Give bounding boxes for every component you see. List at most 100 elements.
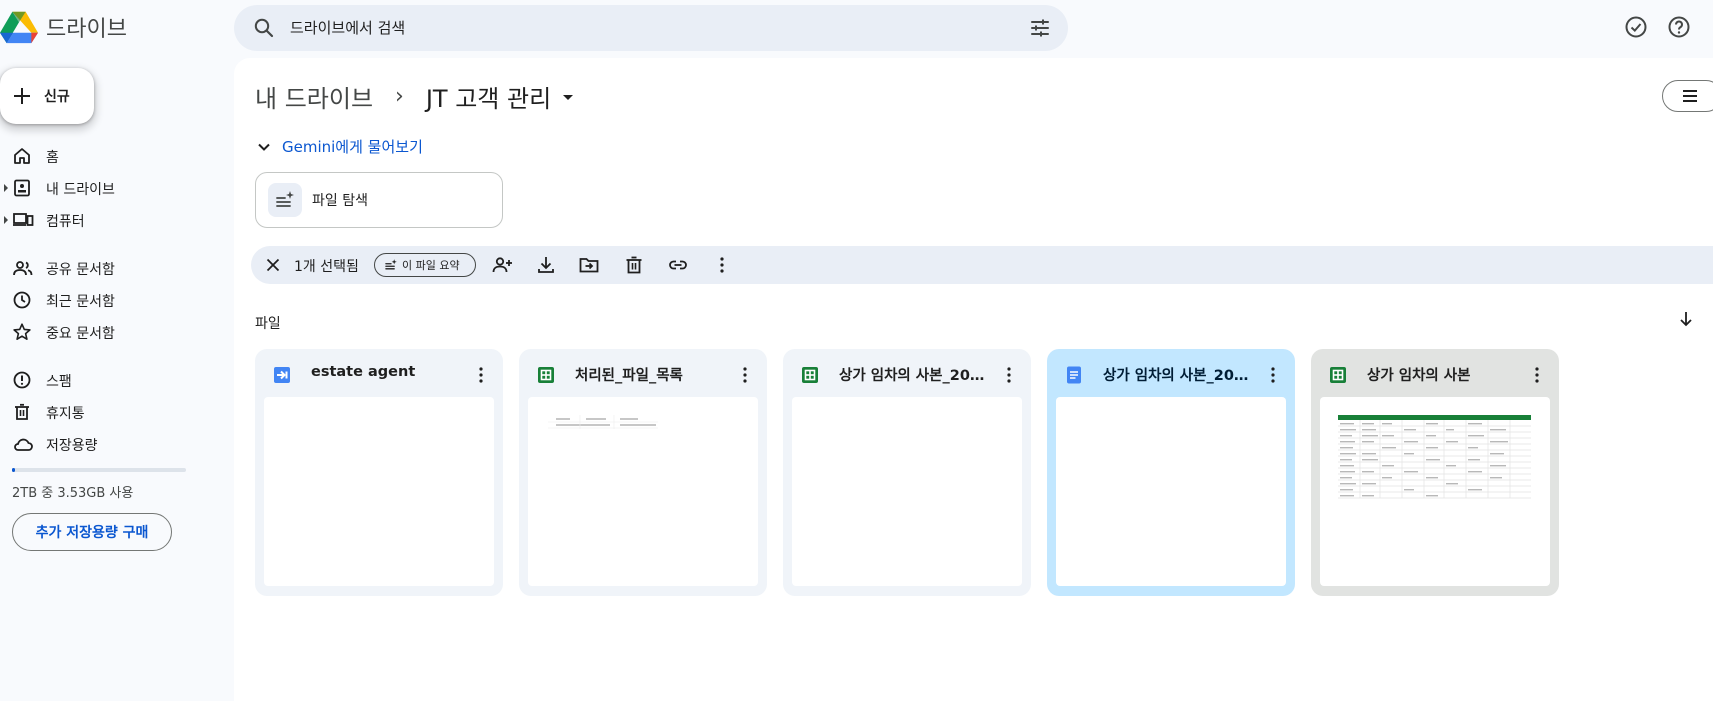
help-icon[interactable]: [1666, 14, 1692, 40]
clock-icon: [13, 291, 31, 309]
shared-icon: [13, 261, 33, 276]
sidebar-item-computers[interactable]: 컴퓨터: [0, 204, 210, 236]
storage-usage-fill: [12, 468, 16, 472]
plus-icon: [14, 88, 30, 104]
file-name: 상가 임차의 사본_2025...: [839, 368, 989, 384]
files-section-label: 파일: [255, 316, 281, 332]
docs-icon: [1067, 366, 1081, 384]
drive-app: 드라이브 신규 홈 내 드라이브 컴퓨터 공유 문서함 최근 문서함 중요 문서…: [0, 0, 1713, 701]
file-thumbnail: [1056, 397, 1286, 586]
file-card[interactable]: estate agent: [255, 349, 503, 596]
apps-script-icon: [274, 367, 290, 383]
sidebar-item-label: 홈: [46, 150, 59, 166]
drive-logo-icon: [0, 11, 38, 44]
more-vertical-icon[interactable]: [711, 254, 733, 276]
sidebar-item-recent[interactable]: 최근 문서함: [0, 284, 210, 316]
trash-icon: [15, 403, 29, 420]
computer-icon: [13, 213, 34, 226]
sidebar-item-spam[interactable]: 스팸: [0, 364, 210, 396]
sheet-preview-image: [548, 415, 658, 429]
sidebar-item-label: 최근 문서함: [46, 294, 115, 310]
more-vertical-icon[interactable]: [1265, 365, 1281, 385]
more-vertical-icon[interactable]: [737, 365, 753, 385]
explore-icon-box: [268, 183, 302, 217]
search-options-icon[interactable]: [1028, 16, 1052, 40]
caret-right-icon[interactable]: [3, 183, 9, 193]
selection-toolbar: 1개 선택됨 이 파일 요약: [251, 246, 1713, 284]
chevron-down-icon: [258, 143, 270, 151]
gemini-label: Gemini에게 물어보기: [282, 138, 423, 156]
spam-icon: [13, 371, 31, 389]
sidebar-item-trash[interactable]: 휴지통: [0, 396, 210, 428]
sheets-icon: [1330, 367, 1346, 383]
current-folder-name: JT 고객 관리: [425, 85, 552, 113]
breadcrumb-current-folder[interactable]: JT 고객 관리: [426, 79, 579, 114]
sparkle-list-icon: [385, 259, 397, 270]
file-name: 상가 임차의 사본_2025...: [1103, 368, 1253, 384]
spreadsheet-preview-image: [1338, 415, 1531, 499]
sidebar-item-label: 공유 문서함: [46, 262, 115, 278]
summarize-file-button[interactable]: 이 파일 요약: [374, 253, 476, 277]
home-icon: [14, 148, 30, 164]
search-bar[interactable]: [234, 5, 1068, 51]
drive-logo[interactable]: 드라이브: [0, 8, 127, 46]
sheets-icon: [538, 367, 554, 383]
selection-count: 1개 선택됨: [294, 259, 359, 275]
file-name: 처리된_파일_목록: [575, 368, 683, 384]
sidebar-item-label: 내 드라이브: [46, 182, 115, 198]
copy-link-icon[interactable]: [667, 254, 689, 276]
file-card[interactable]: 처리된_파일_목록: [519, 349, 767, 596]
ready-offline-icon[interactable]: [1623, 14, 1649, 40]
sidebar-item-label: 컴퓨터: [46, 214, 85, 230]
storage-text: 2TB 중 3.53GB 사용: [12, 486, 134, 501]
download-icon[interactable]: [535, 254, 557, 276]
sidebar-item-storage[interactable]: 저장용량: [0, 428, 210, 460]
sidebar-item-home[interactable]: 홈: [0, 140, 210, 172]
caret-right-icon[interactable]: [3, 215, 9, 225]
buy-storage-button[interactable]: 추가 저장용량 구매: [12, 513, 172, 551]
breadcrumb-separator: ›: [395, 84, 404, 109]
sheets-icon: [802, 367, 818, 383]
sidebar-item-label: 저장용량: [46, 438, 98, 454]
move-to-folder-icon[interactable]: [578, 254, 600, 276]
close-icon[interactable]: [263, 255, 283, 275]
sidebar-item-label: 중요 문서함: [46, 326, 115, 342]
breadcrumb-root[interactable]: 내 드라이브: [255, 79, 373, 114]
file-thumbnail: [264, 397, 494, 586]
sidebar-item-label: 스팸: [46, 374, 72, 390]
sidebar-item-my-drive[interactable]: 내 드라이브: [0, 172, 210, 204]
share-add-person-icon[interactable]: [491, 254, 513, 276]
search-input[interactable]: [290, 5, 990, 51]
list-view-icon: [1683, 90, 1697, 102]
summarize-label: 이 파일 요약: [402, 259, 460, 272]
breadcrumb: 내 드라이브 › JT 고객 관리: [255, 79, 579, 114]
gemini-toggle[interactable]: Gemini에게 물어보기: [256, 136, 423, 157]
sidebar-item-shared[interactable]: 공유 문서함: [0, 252, 210, 284]
file-name: 상가 임차의 사본: [1367, 368, 1471, 384]
new-button[interactable]: 신규: [0, 68, 94, 124]
dropdown-arrow-icon: [563, 94, 574, 100]
sidebar-item-label: 휴지통: [46, 406, 85, 422]
file-card[interactable]: 상가 임차의 사본_2025...: [783, 349, 1031, 596]
sort-direction-icon[interactable]: [1675, 308, 1697, 330]
file-card-selected[interactable]: 상가 임차의 사본_2025...: [1047, 349, 1295, 596]
view-toggle-button[interactable]: [1662, 80, 1713, 112]
file-thumbnail: [792, 397, 1022, 586]
new-button-label: 신규: [44, 89, 70, 105]
app-title: 드라이브: [46, 17, 127, 42]
more-vertical-icon[interactable]: [1001, 365, 1017, 385]
search-icon[interactable]: [252, 16, 276, 40]
cloud-icon: [14, 438, 33, 451]
explore-files-chip[interactable]: 파일 탐색: [255, 172, 503, 228]
my-drive-icon: [14, 179, 30, 197]
sidebar-item-starred[interactable]: 중요 문서함: [0, 316, 210, 348]
file-card[interactable]: 상가 임차의 사본: [1311, 349, 1559, 596]
trash-icon[interactable]: [623, 254, 645, 276]
file-name: estate agent: [311, 364, 416, 380]
sparkle-list-icon: [276, 191, 294, 207]
more-vertical-icon[interactable]: [473, 365, 489, 385]
more-vertical-icon[interactable]: [1529, 365, 1545, 385]
file-thumbnail: [528, 397, 758, 586]
storage-usage-bar: [12, 468, 186, 472]
explore-files-label: 파일 탐색: [312, 193, 368, 209]
